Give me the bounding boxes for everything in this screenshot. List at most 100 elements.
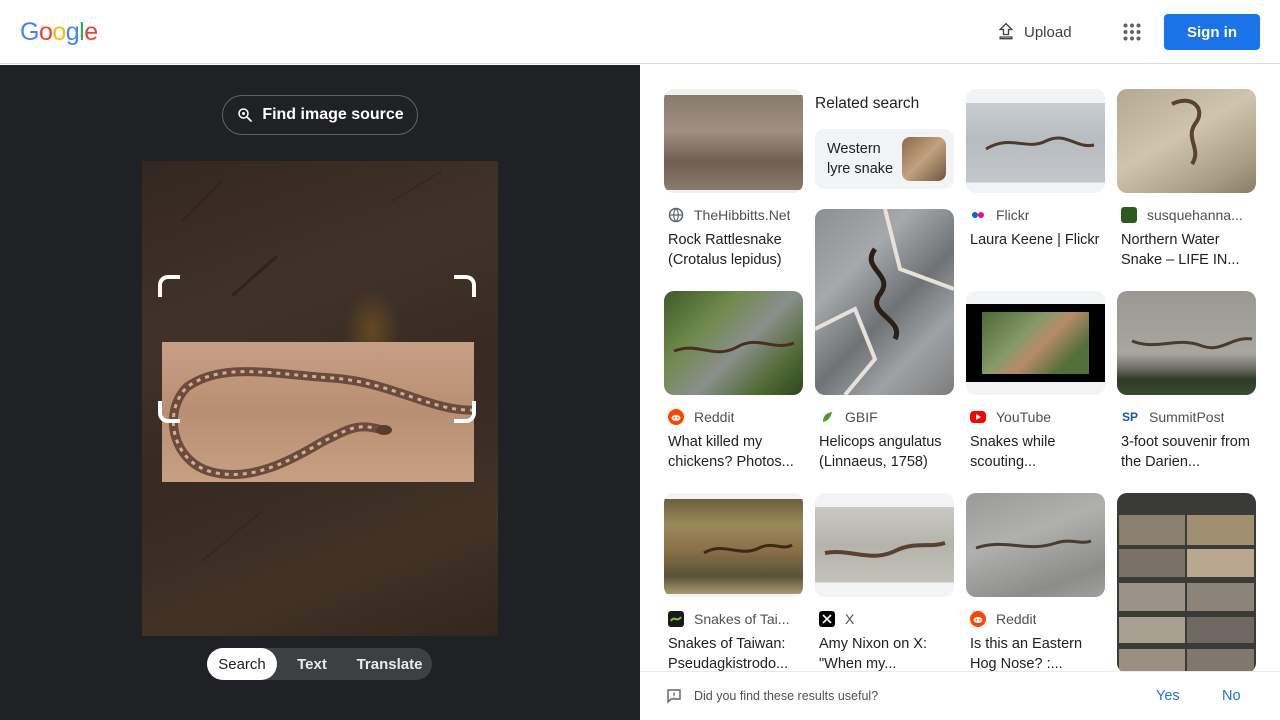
upload-icon — [998, 22, 1014, 40]
related-search-thumbnail — [902, 137, 946, 181]
result-thumbnail — [664, 493, 803, 597]
gbif-icon — [819, 409, 835, 425]
source-name: TheHibbitts.Net — [694, 207, 791, 223]
youtube-icon — [970, 411, 986, 423]
related-search-heading: Related search — [815, 95, 920, 112]
tab-translate[interactable]: Translate — [347, 648, 432, 680]
result-card[interactable]: Snakes of Tai... Snakes of Taiwan: Pseud… — [664, 493, 803, 683]
source-name: Snakes of Tai... — [694, 611, 790, 627]
logo-letter: o — [52, 18, 66, 46]
summitpost-icon: SP — [1121, 409, 1139, 425]
result-source: susquehanna... — [1121, 206, 1243, 224]
globe-icon — [668, 207, 684, 223]
result-thumbnail — [966, 89, 1105, 193]
google-logo[interactable]: Google — [20, 18, 98, 46]
find-image-source-label: Find image source — [262, 106, 404, 123]
result-source: SP SummitPost — [1121, 408, 1224, 426]
result-source: TheHibbitts.Net — [668, 206, 790, 224]
result-title[interactable]: 3-foot souvenir from the Darien... — [1121, 432, 1252, 472]
result-card[interactable]: Reddit What killed my chickens? Photos..… — [664, 291, 803, 481]
result-thumbnail — [1117, 493, 1256, 673]
snake-image — [673, 341, 795, 354]
logo-letter: g — [65, 18, 80, 46]
crop-selection[interactable] — [162, 342, 479, 482]
source-name: Reddit — [694, 409, 735, 425]
source-name: Reddit — [996, 611, 1037, 627]
result-card[interactable]: Reddit Is this an Eastern Hog Nose? :... — [966, 493, 1105, 683]
snake-image — [1131, 337, 1253, 350]
snake-image — [703, 543, 793, 555]
logo-letter: G — [20, 18, 39, 46]
result-title[interactable]: Amy Nixon on X: "When my... — [819, 634, 950, 674]
query-image[interactable] — [142, 161, 498, 636]
sign-in-button[interactable]: Sign in — [1164, 14, 1260, 50]
related-search-label: Western lyre snake — [827, 141, 894, 177]
crop-handle-top-right[interactable] — [454, 275, 476, 297]
result-source: Reddit — [668, 408, 734, 426]
result-card[interactable]: YouTube Snakes while scouting... — [966, 291, 1105, 481]
result-thumbnail — [664, 89, 803, 193]
reddit-icon — [970, 611, 986, 627]
result-card[interactable]: GBIF Helicops angulatus (Linnaeus, 1758) — [815, 209, 954, 477]
logo-letter: e — [84, 18, 98, 46]
result-title[interactable]: What killed my chickens? Photos... — [668, 432, 799, 472]
related-search-chip[interactable]: Western lyre snake — [815, 129, 954, 189]
x-icon — [819, 611, 835, 627]
result-source: Flickr — [970, 206, 1029, 224]
result-title[interactable]: Laura Keene | Flickr — [970, 230, 1101, 250]
result-thumbnail — [1117, 291, 1256, 395]
snake-image — [168, 367, 479, 479]
find-image-source-button[interactable]: Find image source — [222, 95, 418, 135]
video-image — [982, 312, 1089, 374]
header: Google Upload Sign in — [0, 0, 1280, 64]
crop-handle-bottom-right[interactable] — [454, 401, 476, 423]
source-name: SummitPost — [1149, 409, 1225, 425]
result-card[interactable]: susquehanna... Northern Water Snake – LI… — [1117, 89, 1256, 279]
result-title[interactable]: Is this an Eastern Hog Nose? :... — [970, 634, 1101, 674]
video-frame — [966, 304, 1105, 382]
upload-label: Upload — [1024, 23, 1072, 41]
collage-image — [1119, 515, 1254, 673]
snake-image — [824, 541, 946, 558]
source-name: X — [845, 611, 855, 627]
feedback-question: Did you find these results useful? — [694, 689, 879, 703]
result-title[interactable]: Snakes of Taiwan: Pseudagkistrodo... — [668, 634, 799, 674]
apps-grid-icon[interactable] — [1116, 16, 1148, 48]
result-thumbnail — [815, 209, 954, 395]
lens-search-icon — [238, 108, 253, 122]
result-title[interactable]: Snakes while scouting... — [970, 432, 1101, 472]
tab-search[interactable]: Search — [207, 648, 277, 680]
tab-text[interactable]: Text — [277, 648, 347, 680]
crop-handle-bottom-left[interactable] — [158, 401, 180, 423]
snakes-taiwan-icon — [668, 611, 684, 627]
result-title[interactable]: Helicops angulatus (Linnaeus, 1758) — [819, 432, 950, 472]
result-card[interactable]: TheHibbitts.Net Rock Rattlesnake (Crotal… — [664, 89, 803, 279]
snake-image — [1171, 98, 1202, 166]
result-card[interactable]: Flickr Laura Keene | Flickr — [966, 89, 1105, 279]
query-image-pane: Find image source Search Text Translate — [0, 65, 640, 720]
snake-image — [975, 539, 1092, 550]
logo-letter: o — [38, 18, 53, 46]
feedback-no-button[interactable]: No — [1222, 688, 1241, 704]
result-source: YouTube — [970, 408, 1051, 426]
result-thumbnail — [664, 291, 803, 395]
result-title[interactable]: Rock Rattlesnake (Crotalus lepidus) — [668, 230, 799, 270]
result-card[interactable] — [1117, 493, 1256, 673]
snake-image — [815, 209, 954, 395]
result-source: Snakes of Tai... — [668, 610, 789, 628]
upload-button[interactable]: Upload — [986, 14, 1082, 50]
result-card[interactable]: X Amy Nixon on X: "When my... — [815, 493, 954, 683]
source-name: GBIF — [845, 409, 878, 425]
crop-handle-top-left[interactable] — [158, 275, 180, 297]
source-name: susquehanna... — [1147, 207, 1243, 223]
susquehanna-icon — [1121, 207, 1137, 223]
feedback-icon — [667, 689, 681, 704]
result-source: GBIF — [819, 408, 878, 426]
result-card[interactable]: SP SummitPost 3-foot souvenir from the D… — [1117, 291, 1256, 481]
source-name: Flickr — [996, 207, 1030, 223]
feedback-yes-button[interactable]: Yes — [1156, 688, 1180, 704]
result-thumbnail — [815, 493, 954, 597]
flickr-icon — [970, 207, 986, 223]
result-title[interactable]: Northern Water Snake – LIFE IN... — [1121, 230, 1252, 270]
result-thumbnail — [966, 291, 1105, 395]
